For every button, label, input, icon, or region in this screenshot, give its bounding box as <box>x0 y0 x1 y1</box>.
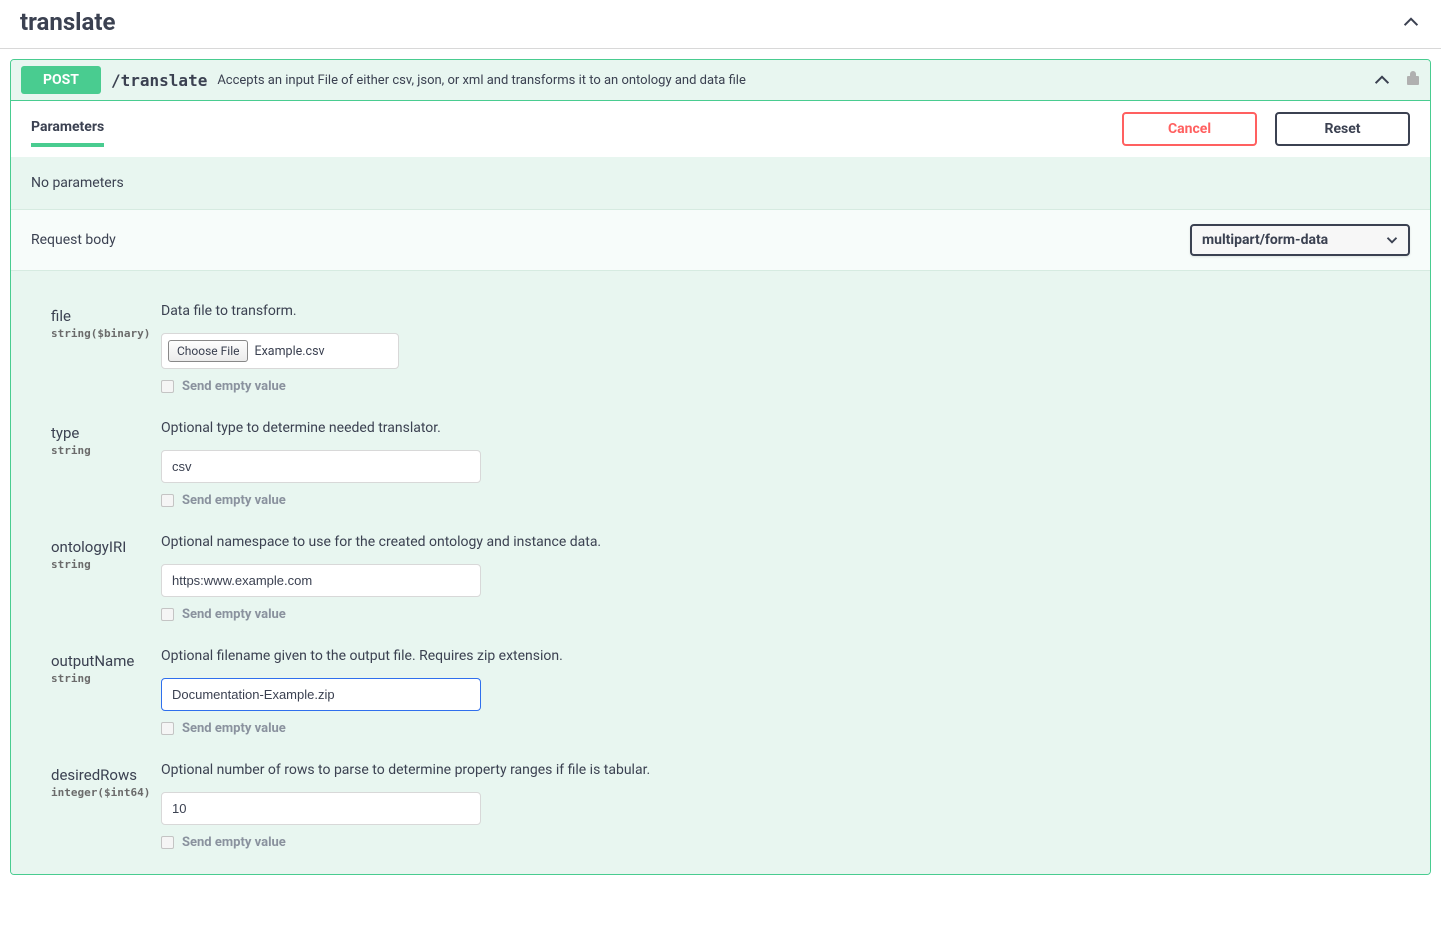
operation-block: POST /translate Accepts an input File of… <box>10 59 1431 875</box>
param-name: outputName <box>51 652 161 670</box>
param-row-type: type string Optional type to determine n… <box>31 408 1410 522</box>
send-empty-label: Send empty value <box>182 379 286 394</box>
file-input[interactable]: Choose File Example.csv <box>161 333 399 369</box>
operation-summary[interactable]: POST /translate Accepts an input File of… <box>11 60 1430 100</box>
send-empty-label: Send empty value <box>182 721 286 736</box>
param-type: string <box>51 672 161 685</box>
param-description: Optional type to determine needed transl… <box>161 420 1410 436</box>
send-empty-label: Send empty value <box>182 493 286 508</box>
send-empty-checkbox[interactable] <box>161 836 174 849</box>
request-body-area: file string($binary) Data file to transf… <box>11 271 1430 874</box>
param-type: string <box>51 558 161 571</box>
tabs: Parameters <box>31 111 104 147</box>
send-empty-checkbox[interactable] <box>161 380 174 393</box>
send-empty-checkbox[interactable] <box>161 608 174 621</box>
param-row-outputname: outputName string Optional filename give… <box>31 636 1410 750</box>
parameters-bar: Parameters Cancel Reset <box>11 100 1430 157</box>
param-row-desiredrows: desiredRows integer($int64) Optional num… <box>31 750 1410 864</box>
request-body-label: Request body <box>31 232 116 248</box>
param-description: Optional number of rows to parse to dete… <box>161 762 1410 778</box>
tab-parameters[interactable]: Parameters <box>31 111 104 147</box>
ontologyiri-input[interactable] <box>161 564 481 597</box>
chevron-up-icon[interactable] <box>1401 12 1421 32</box>
cancel-button[interactable]: Cancel <box>1122 112 1257 146</box>
param-name: file <box>51 307 161 325</box>
param-type: integer($int64) <box>51 786 161 799</box>
http-method-badge: POST <box>21 66 101 94</box>
lock-icon[interactable] <box>1406 70 1420 90</box>
send-empty-label: Send empty value <box>182 835 286 850</box>
operation-path: /translate <box>111 71 207 90</box>
param-row-ontologyiri: ontologyIRI string Optional namespace to… <box>31 522 1410 636</box>
choose-file-button[interactable]: Choose File <box>168 340 248 362</box>
param-description: Data file to transform. <box>161 303 1410 319</box>
no-parameters-message: No parameters <box>11 157 1430 209</box>
param-row-file: file string($binary) Data file to transf… <box>31 291 1410 408</box>
param-name: desiredRows <box>51 766 161 784</box>
param-description: Optional filename given to the output fi… <box>161 648 1410 664</box>
desiredrows-input[interactable] <box>161 792 481 825</box>
section-title: translate <box>20 8 115 36</box>
file-name: Example.csv <box>254 344 324 359</box>
param-name: ontologyIRI <box>51 538 161 556</box>
chevron-up-icon[interactable] <box>1372 70 1392 90</box>
section-header[interactable]: translate <box>0 0 1441 49</box>
param-name: type <box>51 424 161 442</box>
outputname-input[interactable] <box>161 678 481 711</box>
operation-description: Accepts an input File of either csv, jso… <box>217 73 746 88</box>
send-empty-label: Send empty value <box>182 607 286 622</box>
param-type: string($binary) <box>51 327 161 340</box>
chevron-down-icon <box>1386 232 1398 248</box>
content-type-value: multipart/form-data <box>1202 232 1328 248</box>
send-empty-checkbox[interactable] <box>161 722 174 735</box>
param-type: string <box>51 444 161 457</box>
param-description: Optional namespace to use for the create… <box>161 534 1410 550</box>
reset-button[interactable]: Reset <box>1275 112 1410 146</box>
type-input[interactable] <box>161 450 481 483</box>
content-type-select[interactable]: multipart/form-data <box>1190 224 1410 256</box>
request-body-bar: Request body multipart/form-data <box>11 209 1430 271</box>
send-empty-checkbox[interactable] <box>161 494 174 507</box>
